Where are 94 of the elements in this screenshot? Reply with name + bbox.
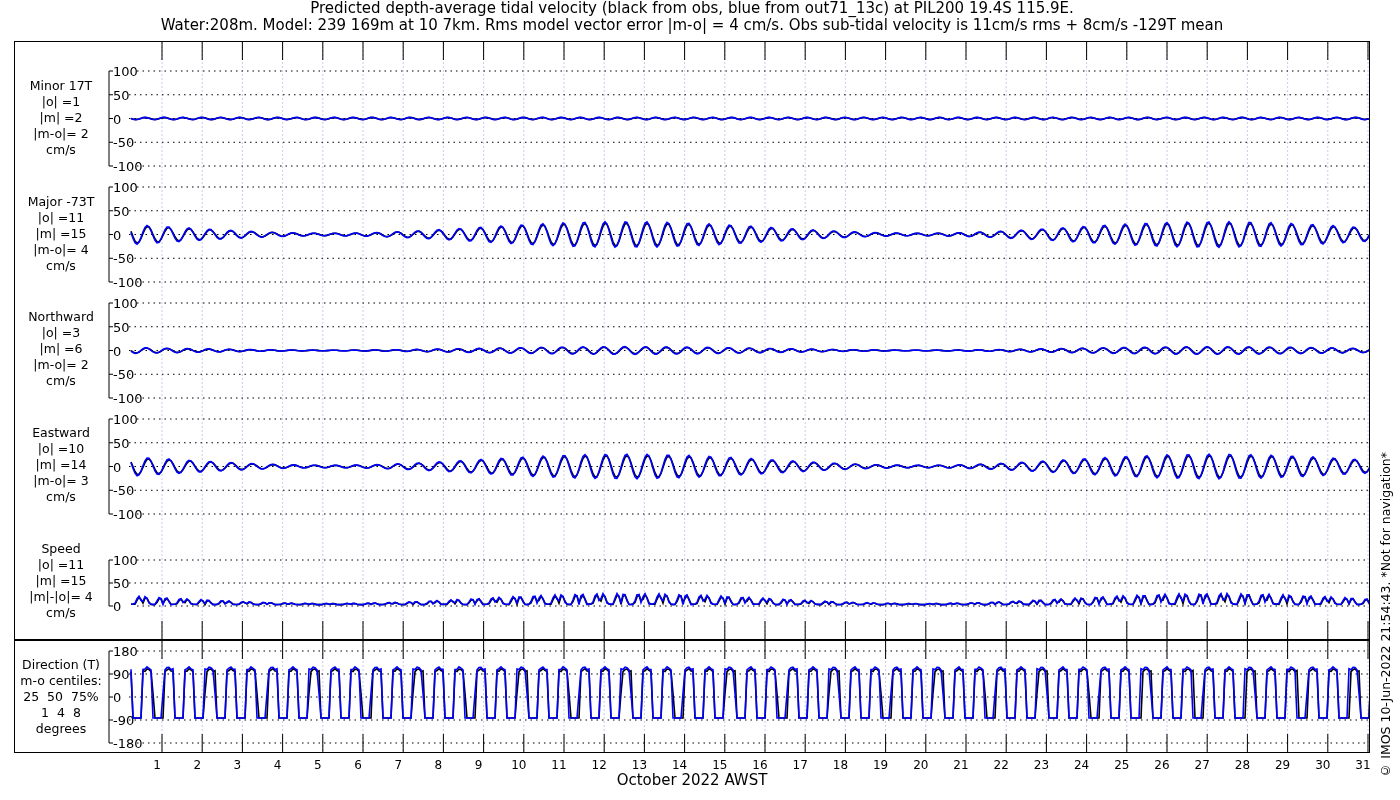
x-tick-label: 18 xyxy=(832,758,849,772)
y-tick-label: 50 xyxy=(113,319,130,335)
x-tick-label: 4 xyxy=(273,758,282,772)
chart-title: Water:208m. Model: 239 169m at 10 7km. Rms model vector error |m-o| = 4 cm/s. Obs sub-tidal velocity is 11cm/s rms + 8cm/s -129T mean xyxy=(160,17,1224,34)
y-tick-label: 100 xyxy=(113,296,138,311)
copyright-text: © IMOS 10-Jun-2022 21:54:43. *Not for navigation* xyxy=(1377,452,1393,778)
x-tick-label: 23 xyxy=(1033,758,1050,772)
y-tick-label: 0 xyxy=(113,227,122,243)
panel-label: |m| =2 xyxy=(39,109,83,126)
y-tick-label: 100 xyxy=(113,64,138,79)
x-tick-label: 1 xyxy=(153,758,161,772)
y-tick-label: 50 xyxy=(113,435,130,451)
y-tick-label: 0 xyxy=(113,343,122,359)
y-tick-label: 180 xyxy=(113,644,138,659)
x-tick-label: 20 xyxy=(913,758,929,772)
x-tick-label: 14 xyxy=(671,758,688,772)
x-axis-label: October 2022 AWST xyxy=(616,771,768,789)
x-tick-label: 21 xyxy=(953,758,969,772)
panel-label: |m-o|= 4 xyxy=(33,241,89,258)
x-tick-label: 10 xyxy=(511,758,527,772)
panel-label: Direction (T) xyxy=(22,656,100,673)
x-tick-label: 26 xyxy=(1154,758,1170,772)
y-tick-label: -90 xyxy=(113,713,135,728)
y-tick-label: 0 xyxy=(113,459,122,475)
y-tick-label: -180 xyxy=(113,736,143,751)
panel-label: |o| =11 xyxy=(37,209,85,226)
x-tick-label: 7 xyxy=(394,758,402,772)
x-tick-label: 17 xyxy=(792,758,808,772)
panel-label: Minor 17T xyxy=(29,77,93,94)
y-tick-label: -100 xyxy=(113,159,143,174)
y-tick-label: 0 xyxy=(113,111,122,127)
x-tick-label: 2 xyxy=(193,758,201,772)
x-tick-label: 13 xyxy=(631,758,648,772)
x-tick-label: 31 xyxy=(1355,758,1370,772)
y-tick-label: -50 xyxy=(113,251,135,267)
panel-label: |m|-|o|= 4 xyxy=(29,589,93,606)
y-tick-label: 90 xyxy=(113,667,130,682)
x-tick-label: 27 xyxy=(1194,758,1210,772)
y-tick-label: 100 xyxy=(113,553,138,568)
panel-label: |m| =14 xyxy=(35,457,87,474)
panel-label: Northward xyxy=(28,309,94,326)
x-tick-label: 16 xyxy=(752,758,768,772)
panel-label: |m-o|= 2 xyxy=(33,125,89,142)
panel-label: |m| =15 xyxy=(35,225,87,242)
x-tick-label: 19 xyxy=(872,758,889,772)
y-tick-label: 50 xyxy=(113,87,130,103)
y-tick-label: -50 xyxy=(113,483,135,499)
y-tick-label: -50 xyxy=(113,367,135,383)
panel-label: |m-o|= 3 xyxy=(33,473,89,490)
y-tick-label: -100 xyxy=(113,275,143,290)
y-tick-label: 50 xyxy=(113,203,130,219)
x-tick-label: 6 xyxy=(354,758,362,772)
x-tick-label: 3 xyxy=(233,758,242,772)
panel-label: degrees xyxy=(35,720,87,737)
x-tick-label: 15 xyxy=(712,758,728,772)
panel-label: |m| =6 xyxy=(39,341,83,358)
x-tick-label: 12 xyxy=(591,758,607,772)
x-tick-label: 5 xyxy=(314,758,322,772)
panel-label: cm/s xyxy=(46,489,76,506)
panel-label: |m-o|= 2 xyxy=(33,357,89,374)
x-tick-label: 11 xyxy=(551,758,567,772)
x-tick-label: 22 xyxy=(993,758,1009,772)
y-tick-label: -50 xyxy=(113,135,135,151)
panel-label: cm/s xyxy=(46,605,76,622)
y-tick-label: 0 xyxy=(113,599,122,614)
x-tick-label: 29 xyxy=(1274,758,1291,772)
y-tick-label: -100 xyxy=(113,391,143,406)
panel-label: 1 4 8 xyxy=(41,704,81,721)
panel-label: |o| =11 xyxy=(37,557,85,574)
y-tick-label: 0 xyxy=(113,690,122,705)
panel-label: Major -73T xyxy=(27,193,95,210)
x-tick-label: 28 xyxy=(1234,758,1251,772)
y-tick-label: 100 xyxy=(113,180,138,195)
chart-title: Predicted depth-average tidal velocity (black from obs, blue from out71_13c) at PIL200 19.4S 115.9E. xyxy=(310,0,1074,17)
y-tick-label: 50 xyxy=(113,576,130,591)
x-tick-label: 24 xyxy=(1073,758,1090,772)
panel-label: cm/s xyxy=(46,257,76,274)
y-tick-label: 100 xyxy=(113,412,138,427)
panel-label: 25 50 75% xyxy=(23,688,99,705)
panel-label: cm/s xyxy=(46,373,76,390)
panel-label: Speed xyxy=(41,541,81,558)
panel-label: |o| =10 xyxy=(37,441,85,458)
panel-label: m-o centiles: xyxy=(20,672,102,689)
y-axis-line xyxy=(108,559,110,607)
x-tick-label: 8 xyxy=(434,758,443,772)
y-tick-label: -100 xyxy=(113,507,143,522)
x-tick-label: 25 xyxy=(1114,758,1130,772)
panel-label: |o| =1 xyxy=(41,93,81,110)
x-tick-label: 30 xyxy=(1315,758,1331,772)
panel-label: |o| =3 xyxy=(41,325,81,342)
panel-label: Eastward xyxy=(32,425,90,442)
x-tick-label: 9 xyxy=(474,758,483,772)
panel-label: |m| =15 xyxy=(35,573,87,590)
panel-label: cm/s xyxy=(46,141,76,158)
